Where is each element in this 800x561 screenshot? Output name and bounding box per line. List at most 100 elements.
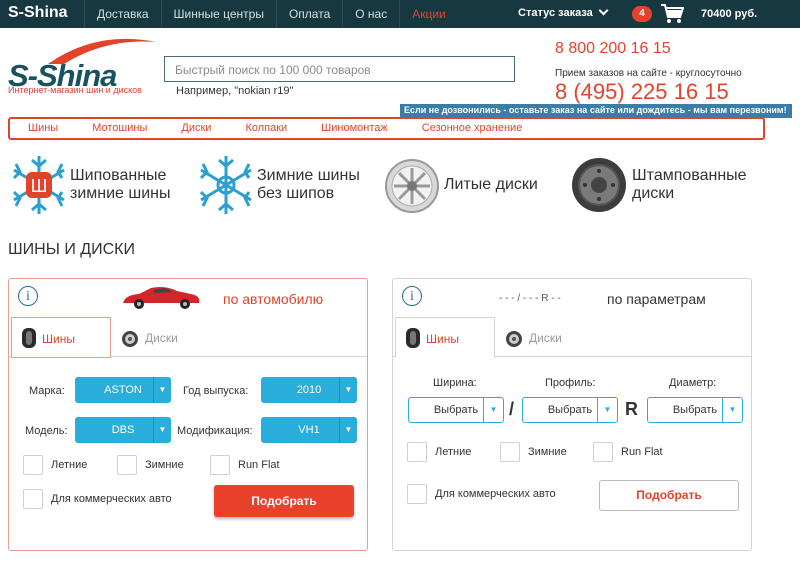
model-value: DBS (111, 424, 135, 436)
nav-about[interactable]: О нас (342, 0, 399, 28)
category-winter-line1: Зимние шины (257, 167, 360, 184)
catnav-moto-tires[interactable]: Мотошины (92, 119, 147, 138)
width-value: Выбрать (433, 404, 479, 416)
snowflake-icon (199, 156, 252, 214)
search-example[interactable]: Например, "nokian r19" (176, 85, 293, 97)
summer-checkbox[interactable]: Летние (23, 455, 87, 475)
modification-value: VH1 (298, 424, 320, 436)
callback-note: Если не дозвонились - оставьте заказ на … (400, 104, 792, 118)
order-hours: Прием заказов на сайте - круглосуточно (555, 68, 742, 79)
checkbox-box[interactable] (117, 455, 137, 475)
checkbox-box[interactable] (500, 442, 520, 462)
nav-payment[interactable]: Оплата (275, 0, 342, 28)
tab-tires-label: Шины (426, 332, 459, 346)
size-hint: - - - / - - - R - - (499, 293, 561, 304)
search-input[interactable]: Быстрый поиск по 100 000 товаров (164, 56, 515, 82)
caret-down-icon: ▼ (339, 417, 357, 443)
by-car-tabs: Шины Диски (9, 317, 367, 358)
cart-count-badge: 4 (632, 6, 652, 22)
category-winter-no-studs[interactable]: Зимние шины без шипов (195, 150, 375, 220)
catnav-storage[interactable]: Сезонное хранение (422, 119, 523, 138)
commercial-checkbox[interactable]: Для коммерческих авто (23, 489, 172, 509)
logo[interactable]: S-Shina Интернет-магазин шин и дисков (8, 36, 158, 98)
checkbox-box[interactable] (23, 489, 43, 509)
winter-checkbox[interactable]: Зимние (117, 455, 184, 475)
info-icon[interactable]: i (402, 286, 422, 306)
diameter-value: Выбрать (672, 404, 718, 416)
width-select[interactable]: Выбрать ▼ (408, 397, 504, 423)
order-status-link[interactable]: Статус заказа (518, 5, 609, 19)
category-studded-winter[interactable]: Ш Шипованные зимние шины (8, 150, 188, 220)
catnav-disks[interactable]: Диски (181, 119, 211, 138)
category-studded-line1: Шипованные (70, 167, 167, 184)
model-select[interactable]: DBS ▼ (75, 417, 171, 443)
disk-icon (122, 331, 138, 347)
commercial-checkbox[interactable]: Для коммерческих авто (407, 484, 556, 504)
summer-label: Летние (51, 459, 88, 471)
category-studded-line2: зимние шины (70, 185, 171, 202)
tire-icon (22, 328, 36, 348)
order-status-label: Статус заказа (518, 7, 593, 19)
caret-down-icon: ▼ (153, 377, 171, 403)
runflat-label: Run Flat (621, 446, 663, 458)
nav-promotions[interactable]: Акции (399, 0, 458, 28)
profile-label: Профиль: (545, 377, 596, 389)
pick-by-car-button[interactable]: Подобрать (214, 485, 354, 517)
checkbox-box[interactable] (407, 484, 427, 504)
summer-label: Летние (435, 446, 472, 458)
catnav-tires[interactable]: Шины (28, 119, 58, 138)
checkbox-box[interactable] (593, 442, 613, 462)
phone-moscow[interactable]: 8 (495) 225 16 15 (555, 79, 729, 105)
r-separator: R (625, 399, 638, 419)
width-label: Ширина: (433, 377, 477, 389)
cart-icon[interactable] (660, 3, 684, 25)
year-select[interactable]: 2010 ▼ (261, 377, 357, 403)
winter-label: Зимние (145, 459, 184, 471)
checkbox-box[interactable] (210, 455, 230, 475)
phone-free[interactable]: 8 800 200 16 15 (555, 40, 671, 58)
cart-sum[interactable]: 70400 руб. (701, 8, 757, 20)
runflat-checkbox[interactable]: Run Flat (593, 442, 663, 462)
catnav-caps[interactable]: Колпаки (245, 119, 287, 138)
brand-name[interactable]: S-Shina (8, 4, 68, 22)
tab-disks-label: Диски (145, 331, 178, 345)
make-select[interactable]: ASTON ▼ (75, 377, 171, 403)
tab-tires[interactable]: Шины (395, 317, 495, 358)
category-winter-line2: без шипов (257, 185, 335, 202)
make-label: Марка: (29, 385, 65, 397)
tab-disks[interactable]: Диски (497, 317, 597, 358)
by-params-title: по параметрам (607, 291, 706, 307)
info-icon[interactable]: i (18, 286, 38, 306)
category-steel-line1: Штампованные (632, 167, 747, 184)
commercial-label: Для коммерческих авто (435, 488, 556, 500)
category-steel-disks[interactable]: Штампованные диски (570, 150, 770, 220)
top-nav: Доставка Шинные центры Оплата О нас Акци… (84, 0, 458, 28)
checkbox-box[interactable] (407, 442, 427, 462)
checkbox-box[interactable] (23, 455, 43, 475)
pick-by-params-button[interactable]: Подобрать (599, 480, 739, 511)
diameter-select[interactable]: Выбрать ▼ (647, 397, 743, 423)
tab-tires-label: Шины (42, 332, 75, 346)
logo-tagline: Интернет-магазин шин и дисков (8, 85, 142, 95)
nav-delivery[interactable]: Доставка (84, 0, 161, 28)
catnav-tire-fitting[interactable]: Шиномонтаж (321, 119, 388, 138)
chevron-down-icon (598, 5, 609, 16)
caret-down-icon: ▼ (483, 398, 503, 422)
category-alloy-disks[interactable]: Литые диски (384, 150, 564, 220)
diameter-label: Диаметр: (669, 377, 717, 389)
top-bar: S-Shina Доставка Шинные центры Оплата О … (0, 0, 800, 28)
snowflake-stud-icon: Ш (12, 156, 65, 214)
tab-tires[interactable]: Шины (11, 317, 111, 358)
svg-text:Ш: Ш (31, 176, 48, 196)
caret-down-icon: ▼ (597, 398, 617, 422)
modification-select[interactable]: VH1 ▼ (261, 417, 357, 443)
profile-value: Выбрать (547, 404, 593, 416)
car-icon (123, 287, 200, 309)
summer-checkbox[interactable]: Летние (407, 442, 471, 462)
winter-checkbox[interactable]: Зимние (500, 442, 567, 462)
by-car-title: по автомобилю (223, 291, 324, 307)
nav-tire-centers[interactable]: Шинные центры (160, 0, 276, 28)
runflat-checkbox[interactable]: Run Flat (210, 455, 280, 475)
profile-select[interactable]: Выбрать ▼ (522, 397, 618, 423)
tab-disks[interactable]: Диски (113, 317, 213, 358)
